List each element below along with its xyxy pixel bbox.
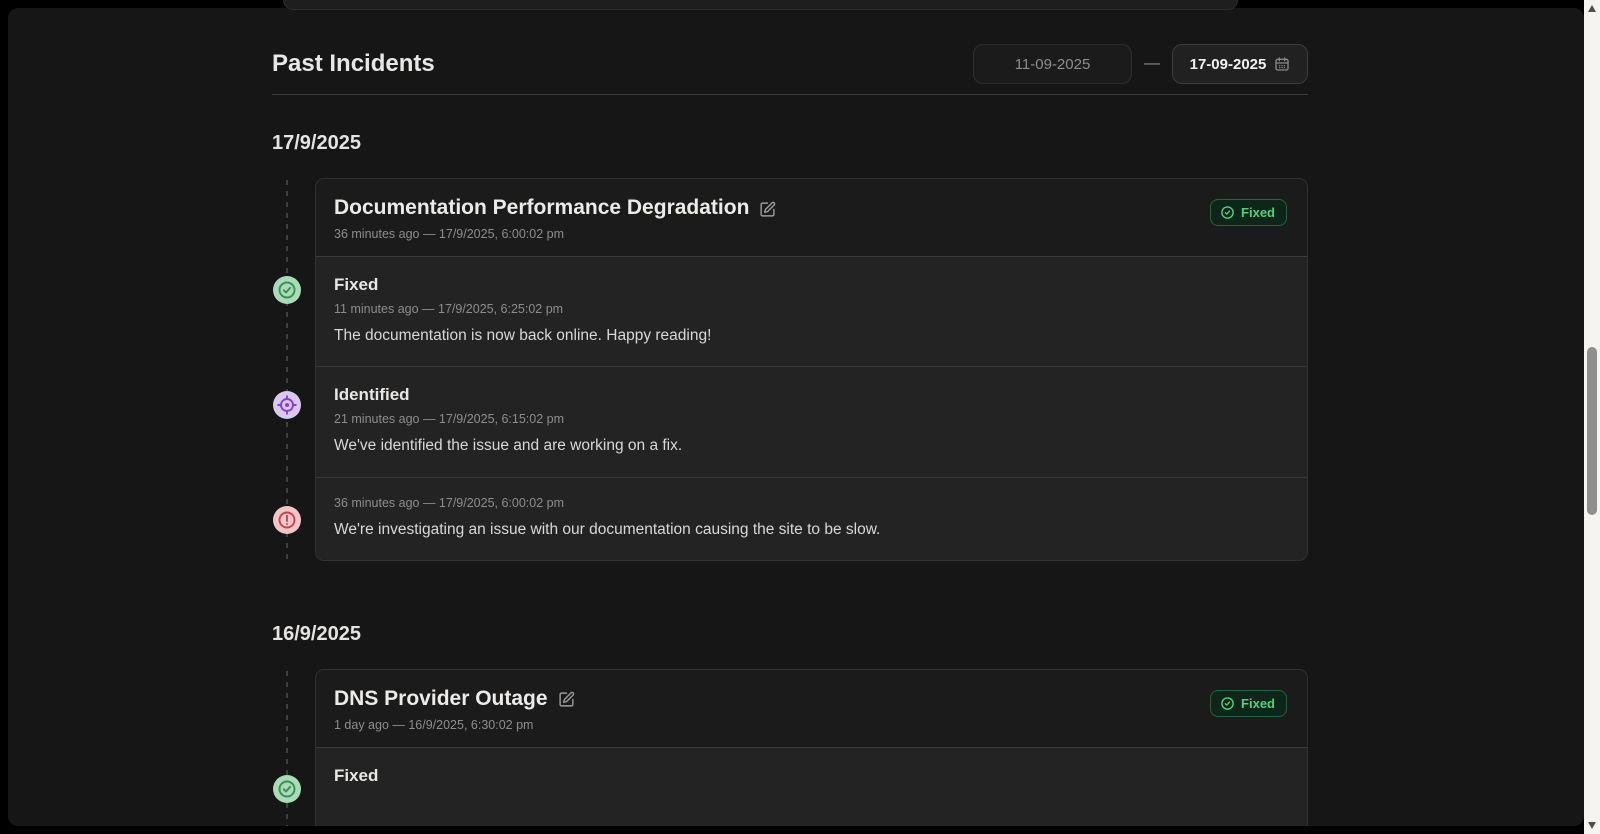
status-fixed-icon xyxy=(273,775,301,803)
update-status: Fixed xyxy=(334,275,1289,295)
update-entry: Fixed xyxy=(316,748,1307,826)
start-date-value: 11-09-2025 xyxy=(1015,56,1091,73)
incident-timestamp: 36 minutes ago — 17/9/2025, 6:00:02 pm xyxy=(334,227,776,241)
edit-incident-icon[interactable] xyxy=(759,201,776,218)
end-date-value: 17-09-2025 xyxy=(1190,56,1267,73)
update-entry: Identified 21 minutes ago — 17/9/2025, 6… xyxy=(316,366,1307,476)
status-badge-label: Fixed xyxy=(1241,696,1275,711)
past-incidents-header: Past Incidents 11-09-2025 — 17-09-2025 xyxy=(272,44,1308,84)
circle-check-icon xyxy=(1220,696,1235,711)
header-divider xyxy=(272,94,1308,95)
circle-check-icon xyxy=(1220,205,1235,220)
update-message: We're investigating an issue with our do… xyxy=(334,518,912,541)
status-fixed-icon xyxy=(273,276,301,304)
page-title: Past Incidents xyxy=(272,50,435,78)
scrollbar[interactable] xyxy=(1584,0,1600,834)
incident-row: DNS Provider Outage 1 day ago — 16/9/202… xyxy=(272,669,1308,826)
status-page: Past Incidents 11-09-2025 — 17-09-2025 1… xyxy=(8,8,1584,826)
end-date-input[interactable]: 17-09-2025 xyxy=(1172,44,1308,84)
day-group-16-9-2025: 16/9/2025 DNS Provider Outage xyxy=(272,623,1308,826)
update-message: We've identified the issue and are worki… xyxy=(334,434,912,457)
status-identified-icon xyxy=(273,391,301,419)
timeline-dashed-line xyxy=(286,180,288,559)
incident-card: DNS Provider Outage 1 day ago — 16/9/202… xyxy=(315,669,1308,826)
status-badge-label: Fixed xyxy=(1241,205,1275,220)
incident-card-header: DNS Provider Outage 1 day ago — 16/9/202… xyxy=(316,670,1307,747)
update-timestamp: 36 minutes ago — 17/9/2025, 6:00:02 pm xyxy=(334,496,1289,510)
update-status: Identified xyxy=(334,385,1289,405)
incident-timestamp: 1 day ago — 16/9/2025, 6:30:02 pm xyxy=(334,718,575,732)
edit-incident-icon[interactable] xyxy=(558,691,575,708)
incident-card: Documentation Performance Degradation 36… xyxy=(315,178,1308,561)
status-badge: Fixed xyxy=(1210,199,1287,226)
incident-timeline xyxy=(272,669,315,826)
update-entry: 36 minutes ago — 17/9/2025, 6:00:02 pm W… xyxy=(316,477,1307,560)
scrollbar-down-arrow-icon[interactable] xyxy=(1588,822,1596,829)
status-investigating-icon xyxy=(273,506,301,534)
update-timestamp: 21 minutes ago — 17/9/2025, 6:15:02 pm xyxy=(334,412,1289,426)
calendar-icon[interactable] xyxy=(1274,56,1290,72)
scrollbar-thumb[interactable] xyxy=(1587,347,1597,515)
date-range-picker: 11-09-2025 — 17-09-2025 xyxy=(973,44,1308,84)
date-range-separator: — xyxy=(1144,55,1160,73)
update-message: The documentation is now back online. Ha… xyxy=(334,324,912,347)
day-group-17-9-2025: 17/9/2025 Documentation Perf xyxy=(272,132,1308,561)
incident-timeline xyxy=(272,178,315,561)
previous-card-partial xyxy=(283,0,1238,10)
incident-title: Documentation Performance Degradation xyxy=(334,196,749,220)
incident-row: Documentation Performance Degradation 36… xyxy=(272,178,1308,561)
update-status: Fixed xyxy=(334,766,1289,786)
incident-card-header: Documentation Performance Degradation 36… xyxy=(316,179,1307,256)
incident-title: DNS Provider Outage xyxy=(334,687,548,711)
day-date-heading: 16/9/2025 xyxy=(272,623,1308,646)
status-badge: Fixed xyxy=(1210,690,1287,717)
incident-updates: Fixed 11 minutes ago — 17/9/2025, 6:25:0… xyxy=(316,256,1307,560)
incident-updates: Fixed xyxy=(316,747,1307,826)
scrollbar-up-arrow-icon[interactable] xyxy=(1588,5,1596,12)
day-date-heading: 17/9/2025 xyxy=(272,132,1308,155)
update-entry: Fixed 11 minutes ago — 17/9/2025, 6:25:0… xyxy=(316,257,1307,366)
start-date-input[interactable]: 11-09-2025 xyxy=(973,44,1132,84)
update-timestamp: 11 minutes ago — 17/9/2025, 6:25:02 pm xyxy=(334,302,1289,316)
